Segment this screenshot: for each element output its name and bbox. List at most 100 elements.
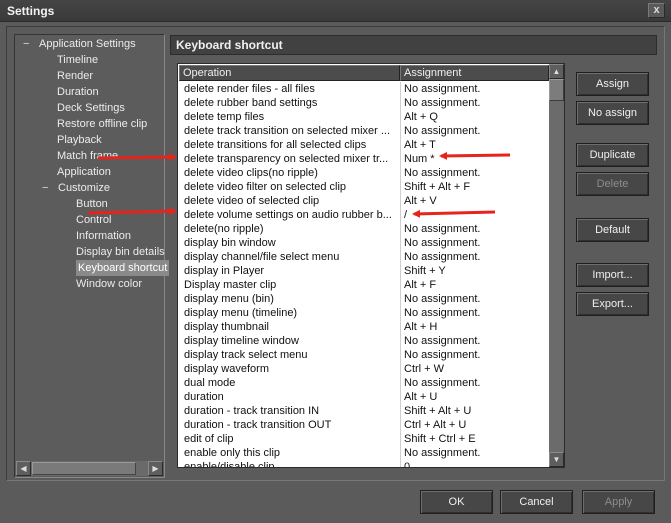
operation-cell: display track select menu (184, 349, 308, 361)
assignment-cell: No assignment. (404, 237, 481, 249)
column-divider (400, 264, 401, 278)
assignment-cell: No assignment. (404, 251, 481, 263)
assignment-cell: Shift + Y (404, 265, 446, 277)
collapse-icon[interactable]: − (23, 36, 33, 52)
column-divider (400, 432, 401, 446)
tree-item-label: Timeline (57, 54, 99, 66)
collapse-icon[interactable]: − (42, 180, 52, 196)
table-row[interactable]: display waveform Ctrl + W (179, 362, 549, 376)
tree-item[interactable]: Button (76, 196, 108, 212)
table-row[interactable]: enable/disable clip 0 (179, 460, 549, 467)
tree-item[interactable]: Playback (57, 132, 102, 148)
assignment-cell: Alt + T (404, 139, 436, 151)
import-button[interactable]: Import... (576, 263, 649, 287)
column-header-assignment[interactable]: Assignment (400, 65, 549, 81)
tree-item-label: Deck Settings (57, 102, 125, 114)
assignment-cell: No assignment. (404, 447, 481, 459)
tree-item[interactable]: Display bin details (76, 244, 165, 260)
scroll-right-button[interactable]: ▶ (148, 461, 163, 476)
tree-item[interactable]: Restore offline clip (57, 116, 147, 132)
tree-item[interactable]: Window color (76, 276, 142, 292)
operation-cell: enable/disable clip (184, 461, 275, 467)
shortcut-list[interactable]: Operation Assignment delete render files… (177, 63, 565, 468)
column-divider (400, 82, 401, 96)
tree-horizontal-scrollbar[interactable]: ◀ ▶ (16, 461, 163, 476)
tree-item[interactable]: Render (57, 68, 93, 84)
tree-item[interactable]: Control (76, 212, 111, 228)
assignment-cell: No assignment. (404, 223, 481, 235)
table-row[interactable]: duration Alt + U (179, 390, 549, 404)
assignment-cell: Ctrl + Alt + U (404, 419, 467, 431)
ok-button[interactable]: OK (420, 490, 493, 514)
export-button[interactable]: Export... (576, 292, 649, 316)
tree-item[interactable]: Application (57, 164, 111, 180)
table-row[interactable]: display bin window No assignment. (179, 236, 549, 250)
scroll-up-button[interactable]: ▲ (549, 64, 564, 79)
operation-cell: edit of clip (184, 433, 234, 445)
table-row[interactable]: display thumbnail Alt + H (179, 320, 549, 334)
no-assign-button[interactable]: No assign (576, 101, 649, 125)
table-row[interactable]: display timeline window No assignment. (179, 334, 549, 348)
assign-button[interactable]: Assign (576, 72, 649, 96)
scroll-right-icon: ▶ (152, 464, 159, 473)
operation-cell: display bin window (184, 237, 276, 249)
scroll-down-button[interactable]: ▼ (549, 452, 564, 467)
operation-cell: duration - track transition OUT (184, 419, 332, 431)
tree-item[interactable]: Keyboard shortcut (76, 260, 170, 276)
column-header-operation[interactable]: Operation (179, 65, 400, 81)
table-row[interactable]: duration - track transition IN Shift + Al… (179, 404, 549, 418)
table-row[interactable]: delete video of selected clip Alt + V (179, 194, 549, 208)
table-row[interactable]: duration - track transition OUT Ctrl + Al… (179, 418, 549, 432)
tree-item[interactable]: Timeline (57, 52, 98, 68)
table-row[interactable]: display menu (bin) No assignment. (179, 292, 549, 306)
table-row[interactable]: delete video filter on selected clip Shif… (179, 180, 549, 194)
table-row[interactable]: delete track transition on selected mixe… (179, 124, 549, 138)
tree-item-label: Keyboard shortcut (78, 262, 168, 274)
table-row[interactable]: delete rubber band settings No assignment… (179, 96, 549, 110)
operation-cell: delete(no ripple) (184, 223, 264, 235)
scroll-up-icon: ▲ (552, 67, 561, 76)
table-row[interactable]: delete(no ripple) No assignment. (179, 222, 549, 236)
table-row[interactable]: display track select menu No assignment. (179, 348, 549, 362)
scroll-left-button[interactable]: ◀ (16, 461, 31, 476)
close-button[interactable]: x (648, 3, 665, 18)
table-row[interactable]: edit of clip Shift + Ctrl + E (179, 432, 549, 446)
cancel-button[interactable]: Cancel (500, 490, 573, 514)
operation-cell: display menu (bin) (184, 293, 274, 305)
tree-item[interactable]: Duration (57, 84, 99, 100)
delete-button[interactable]: Delete (576, 172, 649, 196)
operation-cell: display channel/file select menu (184, 251, 340, 263)
duplicate-button[interactable]: Duplicate (576, 143, 649, 167)
close-icon: x (653, 4, 660, 16)
apply-button[interactable]: Apply (582, 490, 655, 514)
tree-item[interactable]: Match frame (57, 148, 118, 164)
vertical-scroll-thumb[interactable] (549, 79, 564, 101)
tree-item[interactable]: − Customize (42, 180, 110, 196)
tree-item[interactable]: Deck Settings (57, 100, 125, 116)
table-row[interactable]: delete temp files Alt + Q (179, 110, 549, 124)
table-row[interactable]: display menu (timeline) No assignment. (179, 306, 549, 320)
horizontal-scroll-thumb[interactable] (32, 462, 136, 475)
table-row[interactable]: delete volume settings on audio rubber b… (179, 208, 549, 222)
table-row[interactable]: display channel/file select menu No assig… (179, 250, 549, 264)
list-vertical-scrollbar[interactable]: ▲ ▼ (549, 64, 564, 467)
table-row[interactable]: dual mode No assignment. (179, 376, 549, 390)
settings-tree[interactable]: ◀ ▶ − Application Settings Timeline Render D… (14, 34, 170, 478)
default-button[interactable]: Default (576, 218, 649, 242)
table-row[interactable]: display in Player Shift + Y (179, 264, 549, 278)
table-row[interactable]: delete transitions for all selected clip… (179, 138, 549, 152)
column-divider (400, 334, 401, 348)
table-row[interactable]: delete transparency on selected mixer tr… (179, 152, 549, 166)
tree-item[interactable]: Information (76, 228, 131, 244)
operation-cell: enable only this clip (184, 447, 281, 459)
table-row[interactable]: delete render files - all files No assign… (179, 82, 549, 96)
table-row[interactable]: enable only this clip No assignment. (179, 446, 549, 460)
assignment-cell: / (404, 209, 408, 221)
table-row[interactable]: delete video clips(no ripple) No assignme… (179, 166, 549, 180)
tree-item[interactable]: − Application Settings (23, 36, 136, 52)
scroll-down-icon: ▼ (552, 455, 561, 464)
assignment-cell: Ctrl + W (404, 363, 445, 375)
column-divider (400, 124, 401, 138)
scroll-left-icon: ◀ (20, 464, 27, 473)
table-row[interactable]: Display master clip Alt + F (179, 278, 549, 292)
